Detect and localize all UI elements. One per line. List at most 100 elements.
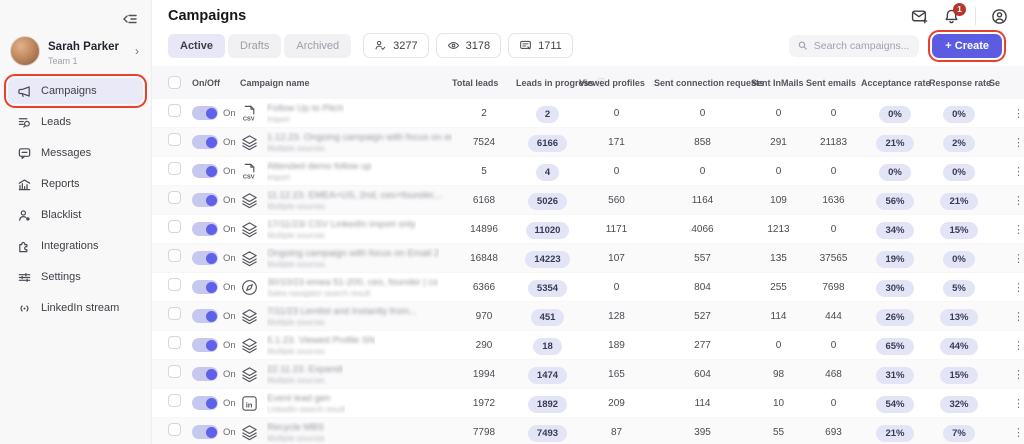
campaign-name[interactable]: Recycle MBS [267, 422, 325, 433]
views-stat-chip[interactable]: 3178 [435, 33, 502, 58]
campaign-toggle[interactable] [192, 135, 218, 149]
acceptance-rate-badge: 30% [876, 279, 914, 297]
row-checkbox[interactable] [168, 278, 181, 291]
connections-stat-chip[interactable]: 3277 [363, 33, 429, 58]
account-button[interactable] [991, 8, 1008, 25]
row-menu-button[interactable]: ⋮ [989, 107, 1024, 120]
new-mail-button[interactable] [911, 8, 928, 25]
row-checkbox[interactable] [168, 336, 181, 349]
campaign-source: Multiple sources [267, 317, 325, 327]
campaign-name[interactable]: Follow Up to Pitch [267, 103, 344, 114]
sidebar-item-messages[interactable]: Messages [8, 140, 143, 166]
campaign-toggle[interactable] [192, 367, 218, 381]
row-menu-button[interactable]: ⋮ [989, 252, 1024, 265]
campaign-toggle[interactable] [192, 425, 218, 439]
response-rate-badge: 32% [940, 395, 978, 413]
campaign-name[interactable]: 7/11/23 Lemlist and Instantly from... [267, 306, 417, 317]
row-checkbox[interactable] [168, 220, 181, 233]
campaign-toggle[interactable] [192, 309, 218, 323]
row-menu-button[interactable]: ⋮ [989, 281, 1024, 294]
table-row: On CSV in 7/11/23 Lemlist and Instantly … [152, 302, 1024, 331]
sidebar-item-campaigns[interactable]: Campaigns [4, 74, 147, 108]
row-menu-button[interactable]: ⋮ [989, 426, 1024, 439]
response-rate-badge: 5% [943, 279, 975, 297]
sidebar-item-label: Reports [41, 178, 80, 190]
sidebar-item-settings[interactable]: Settings [8, 264, 143, 290]
sent-inmails-value: 0 [775, 165, 782, 177]
row-checkbox[interactable] [168, 162, 181, 175]
campaign-name[interactable]: 30/10/23 emea 51-200, ceo, founder | co [267, 277, 438, 288]
tab-archived[interactable]: Archived [284, 33, 352, 58]
total-leads-value: 7524 [472, 136, 496, 148]
campaign-toggle[interactable] [192, 338, 218, 352]
puzzle-icon [19, 241, 28, 252]
campaign-toggle[interactable] [192, 222, 218, 236]
linkedin-icon: CSV in [240, 394, 259, 413]
campaign-name[interactable]: 5.1.23. Viewed Profile SN [267, 335, 375, 346]
campaign-source: Import [267, 172, 290, 182]
layers-icon: CSV in [240, 249, 259, 268]
user-profile[interactable]: Sarah Parker Team 1 › [8, 34, 143, 78]
sent-connection-requests-value: 277 [694, 339, 711, 351]
campaign-source: Import [267, 114, 290, 124]
toggle-state-label: On [223, 339, 236, 351]
row-checkbox[interactable] [168, 191, 181, 204]
campaign-toggle[interactable] [192, 193, 218, 207]
campaign-toggle[interactable] [192, 164, 218, 178]
row-checkbox[interactable] [168, 104, 181, 117]
row-checkbox[interactable] [168, 423, 181, 436]
select-all-checkbox[interactable] [168, 76, 181, 89]
search-input[interactable] [813, 39, 911, 52]
sent-inmails-value: 1213 [767, 223, 790, 235]
row-menu-button[interactable]: ⋮ [989, 194, 1024, 207]
campaign-name[interactable]: 1.12.23. Ongoing campaign with focus on … [267, 132, 452, 143]
campaign-toggle[interactable] [192, 251, 218, 265]
sidebar-item-label: Settings [41, 271, 81, 283]
person-block-icon [19, 209, 30, 221]
notification-badge: 1 [953, 2, 966, 16]
campaign-source: Multiple sources [267, 433, 325, 443]
campaign-name[interactable]: Attended demo follow up [267, 161, 372, 172]
leads-in-progress-badge: 14223 [525, 250, 570, 268]
messages-stat-chip[interactable]: 1711 [508, 33, 573, 58]
column-header-campaign-name: Campaign name [240, 77, 310, 88]
table-row: On CSV in Ongoing campaign with focus on… [152, 244, 1024, 273]
row-checkbox[interactable] [168, 365, 181, 378]
row-menu-button[interactable]: ⋮ [989, 136, 1024, 149]
row-menu-button[interactable]: ⋮ [989, 397, 1024, 410]
row-checkbox[interactable] [168, 133, 181, 146]
campaign-toggle[interactable] [192, 396, 218, 410]
row-menu-button[interactable]: ⋮ [989, 339, 1024, 352]
sidebar-item-leads[interactable]: Leads [8, 109, 143, 135]
row-menu-button[interactable]: ⋮ [989, 223, 1024, 236]
table-row: On CSV in 30/10/23 emea 51-200, ceo, fou… [152, 273, 1024, 302]
tab-drafts[interactable]: Drafts [228, 33, 282, 58]
create-button[interactable]: + Create [928, 29, 1006, 62]
csv-icon: CSV in [240, 104, 259, 123]
campaign-toggle[interactable] [192, 106, 218, 120]
tab-active[interactable]: Active [168, 33, 226, 58]
sent-inmails-value: 255 [770, 281, 787, 293]
total-leads-value: 970 [475, 310, 493, 322]
row-menu-button[interactable]: ⋮ [989, 310, 1024, 323]
sidebar-item-reports[interactable]: Reports [8, 171, 143, 197]
sidebar-item-integrations[interactable]: Integrations [8, 233, 143, 259]
campaign-name[interactable]: Event lead gen [267, 393, 345, 404]
row-checkbox[interactable] [168, 394, 181, 407]
viewed-profiles-value: 189 [608, 339, 625, 351]
notifications-button[interactable]: 1 [943, 2, 966, 25]
row-menu-button[interactable]: ⋮ [989, 368, 1024, 381]
collapse-sidebar-icon[interactable] [121, 10, 139, 28]
row-checkbox[interactable] [168, 249, 181, 262]
campaign-name[interactable]: 22.11.23. Expandi [267, 364, 343, 375]
campaign-name[interactable]: Ongoing campaign with focus on Email 2 [267, 248, 439, 259]
sidebar-item-blacklist[interactable]: Blacklist [8, 202, 143, 228]
layers-icon: CSV in [240, 220, 259, 239]
campaign-name[interactable]: 17/11/23/ CSV LinkedIn import only [267, 219, 416, 230]
campaign-name[interactable]: 11.12.23. EMEA+US, 2nd, ceo+founder,... [267, 190, 444, 201]
campaign-toggle[interactable] [192, 280, 218, 294]
row-checkbox[interactable] [168, 307, 181, 320]
sent-connection-requests-value: 604 [694, 368, 711, 380]
row-menu-button[interactable]: ⋮ [989, 165, 1024, 178]
sidebar-item-linkedin-stream[interactable]: LinkedIn stream [8, 295, 143, 321]
